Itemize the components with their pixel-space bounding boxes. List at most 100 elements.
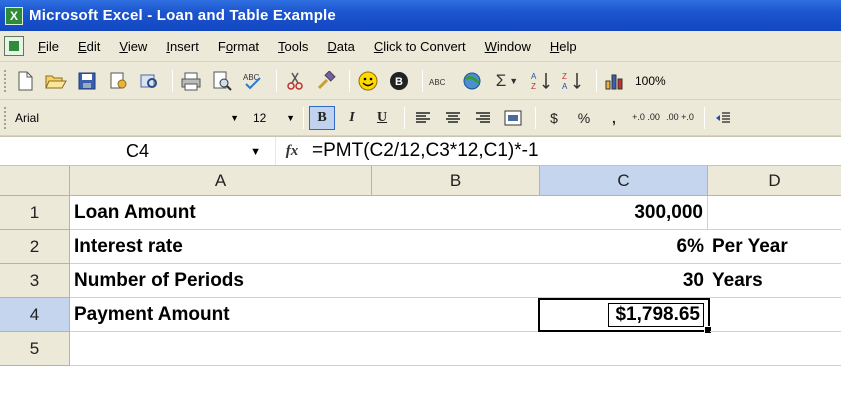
chevron-down-icon: ▼ bbox=[230, 112, 239, 123]
excel-app-icon[interactable]: X bbox=[5, 6, 23, 25]
row-header-2[interactable]: 2 bbox=[0, 230, 70, 264]
increase-decimal-button[interactable]: +.0 .00 bbox=[631, 106, 661, 130]
cell-c4-value: $1,798.65 bbox=[608, 303, 704, 327]
currency-button[interactable]: $ bbox=[541, 106, 567, 130]
cell-a4[interactable]: Payment Amount bbox=[70, 298, 372, 332]
cell-b5[interactable] bbox=[372, 332, 540, 366]
font-size-combo[interactable]: 12 ▼ bbox=[250, 106, 298, 129]
window-title: Microsoft Excel - Loan and Table Example bbox=[29, 7, 336, 24]
column-header-a[interactable]: A bbox=[70, 166, 372, 196]
svg-text:Z: Z bbox=[531, 82, 536, 91]
print-preview-icon[interactable] bbox=[209, 69, 235, 93]
menu-data[interactable]: Data bbox=[327, 39, 354, 54]
cell-c2[interactable]: 6% bbox=[540, 230, 708, 264]
menu-insert[interactable]: Insert bbox=[166, 39, 199, 54]
svg-text:ABC: ABC bbox=[429, 78, 446, 87]
column-header-c[interactable]: C bbox=[540, 166, 708, 196]
cell-c3[interactable]: 30 bbox=[540, 264, 708, 298]
comma-button[interactable]: , bbox=[601, 106, 627, 130]
standard-toolbar: ABC B ABC Σ ▼ AZ ZA 100% bbox=[0, 62, 841, 100]
cell-a1[interactable]: Loan Amount bbox=[70, 196, 372, 230]
format-painter-icon[interactable] bbox=[313, 69, 339, 93]
percent-button[interactable]: % bbox=[571, 106, 597, 130]
print-icon[interactable] bbox=[178, 69, 204, 93]
cell-d3[interactable]: Years bbox=[708, 264, 841, 298]
menu-bar: File Edit View Insert Format Tools Data … bbox=[0, 31, 841, 62]
italic-button[interactable]: I bbox=[339, 106, 365, 130]
menu-format[interactable]: Format bbox=[218, 39, 259, 54]
bold-button[interactable]: B bbox=[309, 105, 335, 130]
sort-ascending-icon[interactable]: AZ bbox=[529, 69, 555, 93]
align-center-icon[interactable] bbox=[440, 106, 466, 130]
row-header-1[interactable]: 1 bbox=[0, 196, 70, 230]
button-icon[interactable]: B bbox=[386, 69, 412, 93]
font-name-combo[interactable]: Arial ▼ bbox=[12, 106, 242, 129]
decrease-indent-icon[interactable] bbox=[710, 106, 736, 130]
row-header-5[interactable]: 5 bbox=[0, 332, 70, 366]
column-header-b[interactable]: B bbox=[372, 166, 540, 196]
cell-d4[interactable] bbox=[710, 298, 841, 332]
menu-edit[interactable]: Edit bbox=[78, 39, 100, 54]
formula-bar: C4 ▼ fx =PMT(C2/12,C3*12,C1)*-1 bbox=[0, 136, 841, 166]
menu-view[interactable]: View bbox=[119, 39, 147, 54]
select-all-corner[interactable] bbox=[0, 166, 70, 196]
cell-b3[interactable] bbox=[372, 264, 540, 298]
formatting-toolbar: Arial ▼ 12 ▼ B I U $ % , +.0 .00 .00 +.0 bbox=[0, 100, 841, 136]
zoom-box[interactable]: 100% bbox=[635, 74, 666, 88]
cell-d5[interactable] bbox=[708, 332, 841, 366]
toolbar-separator bbox=[704, 106, 705, 129]
menu-click-to-convert[interactable]: Click to Convert bbox=[374, 39, 466, 54]
svg-text:B: B bbox=[395, 76, 403, 88]
save-icon[interactable] bbox=[74, 69, 100, 93]
menu-file[interactable]: File bbox=[38, 39, 59, 54]
merge-center-icon[interactable] bbox=[500, 106, 526, 130]
cut-icon[interactable] bbox=[282, 69, 308, 93]
toolbar-separator bbox=[303, 106, 304, 129]
toolbar-grip[interactable] bbox=[4, 106, 7, 129]
row-header-3[interactable]: 3 bbox=[0, 264, 70, 298]
underline-button[interactable]: U bbox=[369, 106, 395, 130]
open-icon[interactable] bbox=[43, 69, 69, 93]
sort-descending-icon[interactable]: ZA bbox=[560, 69, 586, 93]
insert-function-icon[interactable]: fx bbox=[276, 143, 308, 160]
toolbar-separator bbox=[596, 69, 597, 92]
name-box[interactable]: C4 ▼ bbox=[0, 137, 276, 165]
font-name-value: Arial bbox=[15, 110, 40, 125]
cell-b4[interactable] bbox=[372, 298, 540, 332]
row-header-4[interactable]: 4 bbox=[0, 298, 70, 332]
toolbar-grip[interactable] bbox=[4, 69, 7, 92]
align-left-icon[interactable] bbox=[410, 106, 436, 130]
workbook-icon[interactable] bbox=[4, 36, 24, 56]
cell-c1[interactable]: 300,000 bbox=[540, 196, 708, 230]
cell-a2[interactable]: Interest rate bbox=[70, 230, 372, 264]
research-icon[interactable] bbox=[136, 69, 162, 93]
align-right-icon[interactable] bbox=[470, 106, 496, 130]
column-header-d[interactable]: D bbox=[708, 166, 841, 196]
formula-input[interactable]: =PMT(C2/12,C3*12,C1)*-1 bbox=[312, 140, 539, 162]
cell-b2[interactable] bbox=[372, 230, 540, 264]
svg-text:A: A bbox=[562, 82, 568, 91]
chevron-down-icon: ▼ bbox=[286, 112, 295, 123]
autosum-icon[interactable]: Σ ▼ bbox=[490, 69, 524, 93]
menu-help[interactable]: Help bbox=[550, 39, 577, 54]
globe-icon[interactable] bbox=[459, 69, 485, 93]
cell-d2[interactable]: Per Year bbox=[708, 230, 841, 264]
smiley-icon[interactable] bbox=[355, 69, 381, 93]
spelling-icon[interactable]: ABC bbox=[240, 69, 266, 93]
toolbar-separator bbox=[535, 106, 536, 129]
permission-icon[interactable] bbox=[105, 69, 131, 93]
cell-a3[interactable]: Number of Periods bbox=[70, 264, 372, 298]
menu-tools[interactable]: Tools bbox=[278, 39, 308, 54]
chevron-down-icon[interactable]: ▼ bbox=[250, 146, 261, 158]
new-icon[interactable] bbox=[12, 69, 38, 93]
cell-a5[interactable] bbox=[70, 332, 372, 366]
cell-c5[interactable] bbox=[540, 332, 708, 366]
cell-c4[interactable]: $1,798.65 bbox=[538, 298, 712, 334]
menu-window[interactable]: Window bbox=[485, 39, 531, 54]
chart-icon[interactable] bbox=[602, 69, 628, 93]
cell-b1[interactable] bbox=[372, 196, 540, 230]
font-size-value: 12 bbox=[253, 110, 267, 125]
abc-icon[interactable]: ABC bbox=[428, 69, 454, 93]
cell-d1[interactable] bbox=[708, 196, 841, 230]
decrease-decimal-button[interactable]: .00 +.0 bbox=[665, 106, 695, 130]
